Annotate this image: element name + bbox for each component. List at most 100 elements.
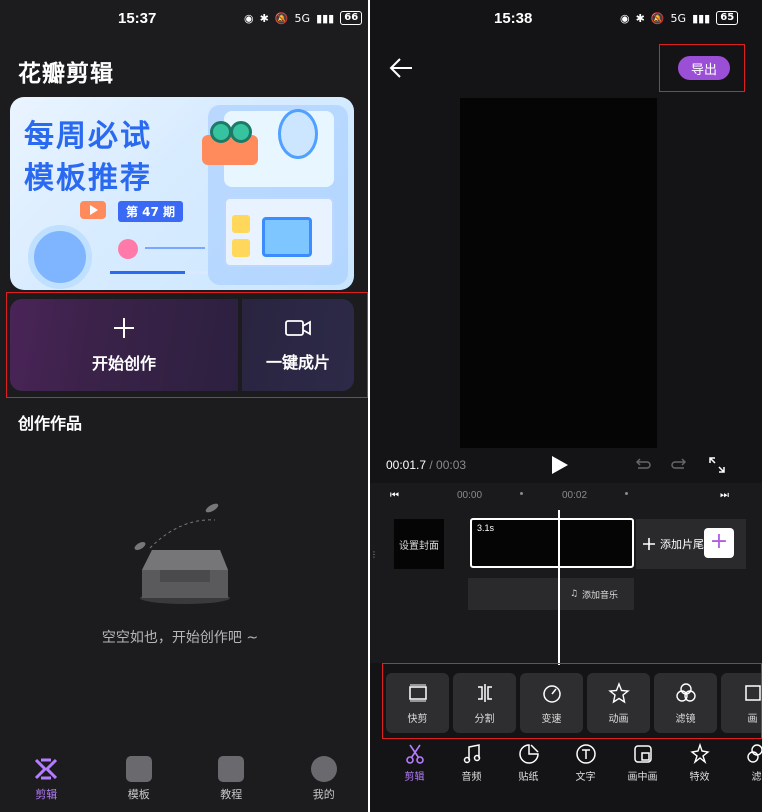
picture-in-picture-icon bbox=[633, 745, 652, 763]
ruler-tick bbox=[520, 492, 523, 495]
total-time: / 00:03 bbox=[426, 458, 467, 472]
highlight-box-create-actions bbox=[6, 292, 368, 398]
editor-tab-edit[interactable]: 剪辑 bbox=[386, 740, 443, 800]
battery-icon: 65 bbox=[716, 11, 739, 25]
editor-tab-pip[interactable]: 画中画 bbox=[614, 740, 671, 800]
editor-tab-label: 滤 bbox=[751, 772, 762, 783]
nav-tab-label: 教程 bbox=[220, 788, 243, 801]
banner-pause-icon bbox=[118, 239, 138, 259]
text-icon bbox=[575, 744, 596, 764]
banner-headline-2: 模板推荐 bbox=[24, 161, 152, 196]
signal-bars-icon: ▮▮▮ bbox=[316, 11, 335, 25]
signal-label: 5G bbox=[670, 11, 687, 25]
book-icon bbox=[218, 756, 245, 782]
music-note-icon: ♫ bbox=[569, 589, 579, 599]
editor-tab-label: 画中画 bbox=[627, 772, 658, 783]
app-title: 花瓣剪辑 bbox=[18, 61, 114, 87]
fullscreen-icon[interactable] bbox=[708, 456, 726, 474]
signal-bars-icon: ▮▮▮ bbox=[692, 11, 711, 25]
mute-icon: 🔕 bbox=[650, 11, 665, 25]
banner-headline-1: 每周必试 bbox=[24, 119, 152, 154]
redo-icon[interactable] bbox=[670, 456, 688, 474]
ruler-time: 00:02 bbox=[562, 490, 588, 501]
play-icon[interactable] bbox=[552, 456, 568, 474]
status-time: 15:38 bbox=[494, 10, 533, 27]
music-note-icon bbox=[463, 744, 480, 764]
sticker-icon bbox=[518, 744, 539, 764]
video-preview[interactable] bbox=[460, 98, 657, 448]
screenshot-root: 15:37 ◉ ✱ 🔕 5G ▮▮▮ 66 花瓣剪辑 每周必试 模板推荐 第 4… bbox=[0, 0, 762, 812]
playhead[interactable] bbox=[558, 510, 560, 665]
nav-tab-label: 我的 bbox=[312, 788, 335, 801]
battery-icon: 66 bbox=[340, 11, 363, 25]
editor-tab-label: 贴纸 bbox=[518, 772, 539, 783]
home-screen: 15:37 ◉ ✱ 🔕 5G ▮▮▮ 66 花瓣剪辑 每周必试 模板推荐 第 4… bbox=[0, 0, 370, 812]
nav-tab-edit[interactable]: 剪辑 bbox=[16, 752, 76, 812]
film-icon bbox=[125, 756, 152, 782]
banner-waveform bbox=[145, 247, 205, 249]
skip-start-icon[interactable]: ⏮ bbox=[390, 490, 399, 501]
mute-icon: 🔕 bbox=[274, 11, 289, 25]
add-music-label: 添加音乐 bbox=[582, 590, 619, 601]
clip-duration: 3.1s bbox=[477, 523, 495, 533]
app-logo-icon bbox=[35, 758, 58, 780]
timeline[interactable] bbox=[370, 483, 762, 663]
editor-tab-text[interactable]: 文字 bbox=[557, 740, 614, 800]
nav-tab-tutorials[interactable]: 教程 bbox=[201, 752, 261, 812]
filter-icon bbox=[746, 744, 762, 763]
nav-tab-label: 剪辑 bbox=[35, 788, 58, 801]
nav-tab-profile[interactable]: 我的 bbox=[294, 752, 354, 812]
editor-tab-label: 文字 bbox=[575, 772, 596, 783]
effects-wand-icon bbox=[689, 743, 710, 765]
status-icons: ◉ ✱ 🔕 5G ▮▮▮ 65 bbox=[620, 11, 739, 25]
status-time: 15:37 bbox=[118, 10, 157, 27]
editor-tab-stickers[interactable]: 贴纸 bbox=[500, 740, 557, 800]
add-clip-button[interactable]: + bbox=[704, 528, 734, 558]
banner-camera-icon bbox=[202, 121, 258, 165]
empty-box-icon bbox=[134, 503, 230, 604]
track-handle-icon: ⋮ bbox=[370, 550, 378, 559]
current-time: 00:01.7 bbox=[386, 458, 427, 472]
eye-icon: ◉ bbox=[620, 11, 630, 25]
playback-time: 00:01.7 / 00:03 bbox=[386, 458, 466, 472]
banner-frame-icon bbox=[262, 217, 312, 257]
nav-tab-templates[interactable]: 模板 bbox=[109, 752, 169, 812]
back-arrow-icon[interactable] bbox=[388, 56, 414, 80]
editor-tab-label: 剪辑 bbox=[404, 772, 425, 783]
skip-end-icon[interactable]: ⏭ bbox=[720, 490, 729, 501]
editor-screen: 15:38 ◉ ✱ 🔕 5G ▮▮▮ 65 导出 00:01.7 / 00:03 bbox=[370, 0, 762, 812]
template-banner[interactable]: 每周必试 模板推荐 第 47 期 bbox=[10, 97, 354, 290]
eye-icon: ◉ bbox=[244, 11, 254, 25]
banner-issue-badge: 第 47 期 bbox=[118, 201, 184, 222]
add-music-button[interactable]: ♫ 添加音乐 bbox=[468, 578, 634, 610]
banner-avatar-illustration bbox=[278, 109, 318, 159]
banner-magic-icon bbox=[232, 239, 250, 257]
editor-tab-filter[interactable]: 滤 bbox=[728, 740, 762, 800]
bluetooth-icon: ✱ bbox=[259, 11, 269, 25]
undo-icon[interactable] bbox=[634, 456, 652, 474]
set-cover-button[interactable]: 设置封面 bbox=[394, 519, 444, 569]
signal-label: 5G bbox=[294, 11, 311, 25]
empty-state-text: 空空如也，开始创作吧 ~ bbox=[101, 630, 259, 646]
status-bar: 15:37 ◉ ✱ 🔕 5G ▮▮▮ 66 bbox=[0, 0, 370, 36]
banner-progress-bar bbox=[110, 271, 220, 274]
works-section-title: 创作作品 bbox=[18, 414, 83, 433]
editor-bottom-navigation: 剪辑 音频 贴纸 文字 画中画 特效 滤 bbox=[370, 740, 762, 800]
editor-tab-effects[interactable]: 特效 bbox=[671, 740, 728, 800]
plus-icon bbox=[643, 538, 655, 550]
highlight-box-export bbox=[659, 44, 745, 92]
ruler-tick bbox=[625, 492, 628, 495]
bottom-navigation: 剪辑 模板 教程 我的 bbox=[0, 752, 370, 812]
banner-play-icon bbox=[80, 201, 106, 219]
status-bar: 15:38 ◉ ✱ 🔕 5G ▮▮▮ 65 bbox=[370, 0, 762, 36]
highlight-box-tools bbox=[382, 663, 762, 739]
avatar-icon bbox=[310, 756, 337, 782]
editor-tab-audio[interactable]: 音频 bbox=[443, 740, 500, 800]
scissors-icon bbox=[405, 744, 424, 764]
nav-tab-label: 模板 bbox=[127, 788, 150, 801]
editor-tab-label: 音频 bbox=[461, 772, 482, 783]
ruler-time: 00:00 bbox=[457, 490, 483, 501]
video-clip[interactable]: 3.1s bbox=[470, 518, 634, 568]
bluetooth-icon: ✱ bbox=[635, 11, 645, 25]
add-ending-label: 添加片尾 bbox=[660, 538, 704, 551]
